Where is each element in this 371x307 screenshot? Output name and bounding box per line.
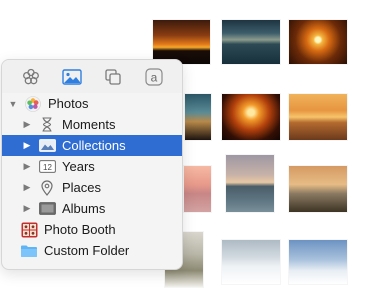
disclosure-collapsed-icon[interactable]: ▶ bbox=[22, 182, 32, 193]
sidebar-item-label: Places bbox=[62, 180, 102, 195]
sidebar-item-years[interactable]: ▶ 12 Years bbox=[2, 156, 182, 177]
photo-thumbnail[interactable] bbox=[222, 20, 280, 64]
photos-icon[interactable] bbox=[61, 66, 83, 88]
folder-icon bbox=[20, 243, 38, 259]
pin-icon bbox=[38, 179, 56, 196]
flower-icon[interactable] bbox=[20, 66, 42, 88]
copy-icon[interactable] bbox=[102, 66, 124, 88]
collections-icon bbox=[38, 138, 56, 154]
disclosure-collapsed-icon[interactable]: ▶ bbox=[22, 140, 32, 151]
hourglass-icon bbox=[38, 117, 56, 133]
disclosure-collapsed-icon[interactable]: ▶ bbox=[22, 203, 32, 214]
sidebar-item-moments[interactable]: ▶ Moments bbox=[2, 114, 182, 135]
photo-thumbnail[interactable] bbox=[153, 20, 210, 64]
disclosure-expanded-icon[interactable]: ▼ bbox=[8, 99, 18, 109]
sidebar-item-label: Moments bbox=[62, 117, 116, 132]
photo-thumbnail[interactable] bbox=[289, 240, 347, 284]
sidebar-item-places[interactable]: ▶ Places bbox=[2, 177, 182, 198]
photo-thumbnail[interactable] bbox=[289, 94, 347, 140]
font-icon[interactable]: a bbox=[143, 66, 165, 88]
photo-thumbnail[interactable] bbox=[226, 155, 274, 212]
sidebar-item-label: Photo Booth bbox=[44, 222, 116, 237]
calendar-icon: 12 bbox=[38, 159, 56, 175]
sidebar-item-custom-folder[interactable]: Custom Folder bbox=[2, 240, 182, 261]
source-sidebar: a ▼ Photos ▶ Moments ▶ Collections ▶ 12 … bbox=[1, 59, 183, 270]
svg-text:a: a bbox=[150, 70, 157, 84]
album-icon bbox=[38, 201, 56, 217]
photo-thumbnail[interactable] bbox=[184, 166, 211, 212]
sidebar-item-photos[interactable]: ▼ Photos bbox=[2, 93, 182, 114]
sidebar-item-label: Collections bbox=[62, 138, 126, 153]
sidebar-item-collections[interactable]: ▶ Collections bbox=[2, 135, 182, 156]
sidebar-item-label: Custom Folder bbox=[44, 243, 130, 258]
photo-booth-icon bbox=[20, 222, 38, 238]
disclosure-collapsed-icon[interactable]: ▶ bbox=[22, 161, 32, 172]
photo-thumbnail[interactable] bbox=[185, 94, 211, 140]
sidebar-item-albums[interactable]: ▶ Albums bbox=[2, 198, 182, 219]
photo-thumbnail[interactable] bbox=[222, 240, 280, 284]
svg-text:12: 12 bbox=[43, 163, 52, 172]
photo-thumbnail[interactable] bbox=[289, 20, 347, 64]
photos-app-icon bbox=[24, 95, 42, 112]
sidebar-item-photo-booth[interactable]: Photo Booth bbox=[2, 219, 182, 240]
disclosure-collapsed-icon[interactable]: ▶ bbox=[22, 119, 32, 130]
source-list: ▼ Photos ▶ Moments ▶ Collections ▶ 12 Ye… bbox=[2, 93, 182, 261]
photo-thumbnail[interactable] bbox=[222, 94, 280, 140]
photo-thumbnail[interactable] bbox=[289, 166, 347, 212]
sidebar-item-label: Years bbox=[62, 159, 95, 174]
source-toolbar: a bbox=[2, 60, 182, 93]
sidebar-item-label: Albums bbox=[62, 201, 106, 216]
sidebar-item-label: Photos bbox=[48, 96, 89, 111]
